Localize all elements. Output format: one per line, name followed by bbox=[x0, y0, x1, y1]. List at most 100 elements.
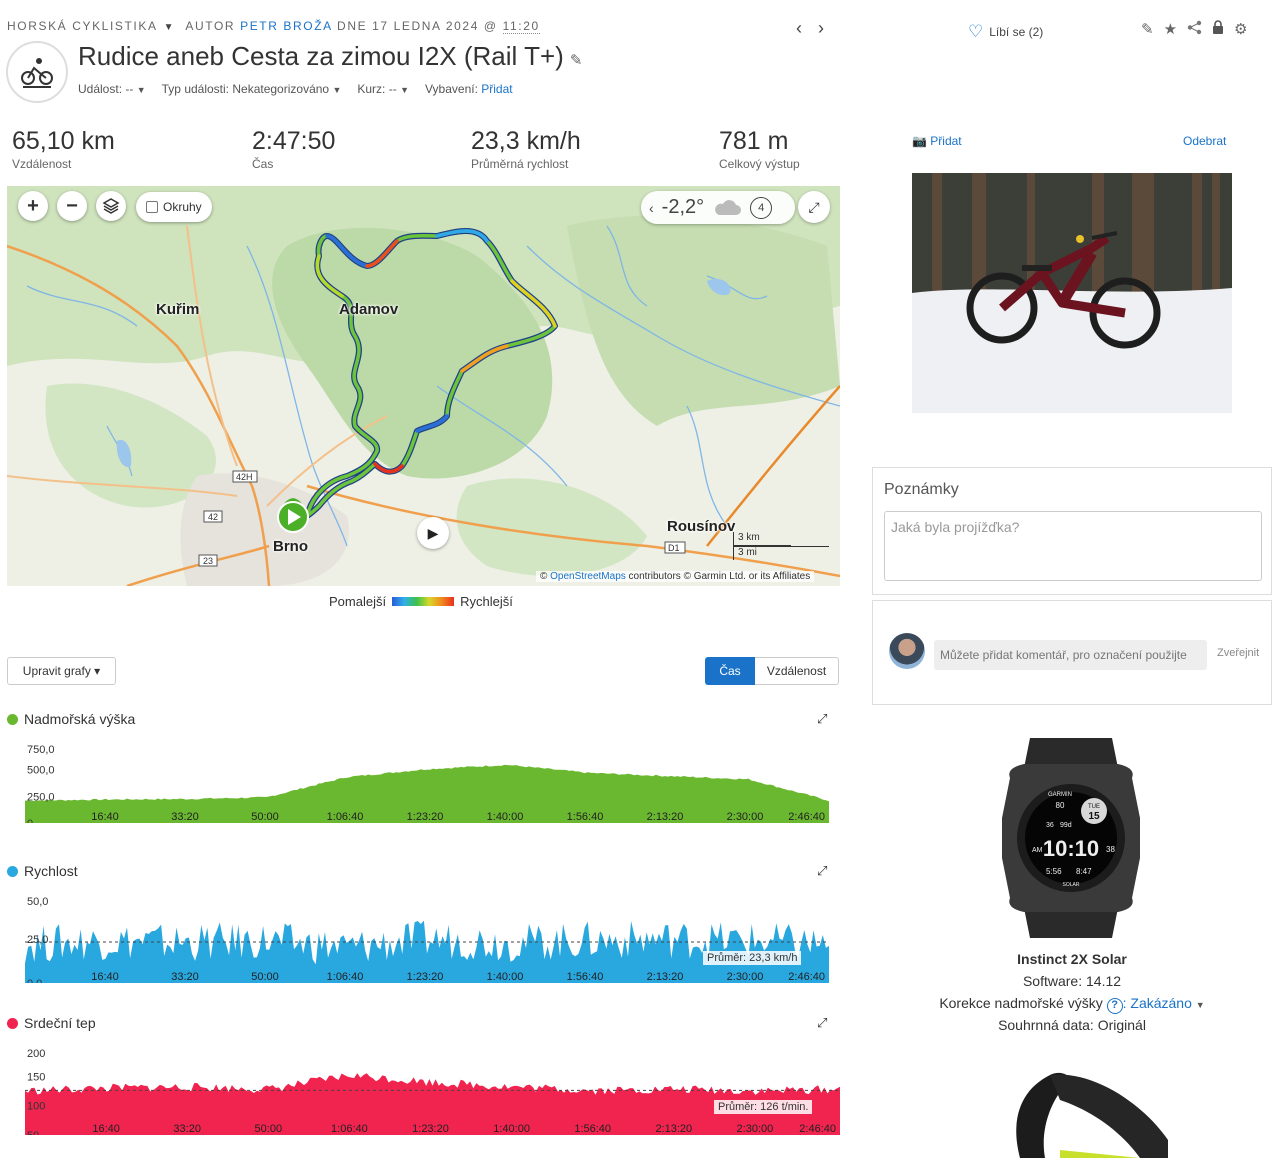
device-watch-image: GARMIN TUE 15 80 36 99d AM 10:10 38 5:56… bbox=[1002, 738, 1140, 938]
lock-icon[interactable] bbox=[1212, 20, 1224, 39]
watch-top-left: 80 bbox=[1056, 801, 1065, 810]
speed-chart-svg: 50,0 25,0 0,0 16:40 33:20 50:00 1:06:40 1:23:20… bbox=[25, 896, 829, 990]
remove-photo-button[interactable]: Odebrat bbox=[1183, 134, 1226, 148]
attribution-prefix: © bbox=[540, 571, 548, 582]
elevation-chart[interactable]: 750,0 500,0 250,0 0 16:40 33:20 50:00 1:06:40 1:… bbox=[25, 743, 829, 830]
speed-title-text: Rychlost bbox=[24, 863, 78, 879]
activity-photo[interactable] bbox=[912, 173, 1232, 413]
next-activity-icon[interactable]: › bbox=[818, 18, 824, 38]
map-scale: 3 km 3 mi bbox=[733, 532, 829, 560]
map-fullscreen-button[interactable]: ⤢ bbox=[798, 191, 830, 223]
course-selector[interactable]: Kurz: -- ▼ bbox=[357, 82, 409, 96]
city-label-adamov: Adamov bbox=[339, 301, 399, 318]
help-icon[interactable]: ? bbox=[1106, 998, 1123, 1014]
speed-x-tick-label: 2:46:40 bbox=[788, 971, 825, 983]
heart-y-tick-label: 150 bbox=[27, 1071, 45, 1083]
publish-comment-button[interactable]: Zveřejnit bbox=[1217, 647, 1259, 659]
star-icon[interactable]: ★ bbox=[1164, 20, 1177, 39]
distance-axis-button[interactable]: Vzdálenost bbox=[755, 657, 839, 685]
heart-rate-chart[interactable]: 200 150 100 50 16:40 33:20 50:00 1:06:40 1:23:20… bbox=[25, 1047, 840, 1142]
osm-link[interactable]: OpenStreetMaps bbox=[550, 571, 626, 582]
elevation-correction-label: Korekce nadmořské výšky bbox=[939, 995, 1103, 1011]
heart-dot bbox=[7, 1017, 18, 1029]
temperature-value: -2,2° bbox=[661, 196, 705, 218]
elevation-x-tick-label: 1:06:40 bbox=[327, 811, 364, 823]
heart-x-tick-label: 33:20 bbox=[173, 1123, 201, 1135]
speed-legend: Pomalejší Rychlejší bbox=[329, 594, 513, 609]
chevron-left-icon[interactable]: ‹ bbox=[649, 200, 654, 216]
like-button[interactable]: ♡ Líbí se (2) bbox=[968, 22, 1043, 42]
scale-km: 3 km bbox=[733, 532, 791, 546]
gear-icon[interactable]: ⚙ bbox=[1234, 20, 1247, 39]
elevation-correction-select[interactable]: : Zakázáno ▼ bbox=[1123, 995, 1205, 1011]
map-playback-button[interactable]: ▶ bbox=[417, 517, 449, 549]
watch-solar: SOLAR bbox=[1063, 882, 1080, 888]
elevation-correction-value: Zakázáno bbox=[1130, 995, 1192, 1011]
cycling-activity-icon bbox=[6, 41, 68, 103]
expand-heart-icon[interactable]: ⤢ bbox=[817, 1015, 827, 1031]
expand-speed-icon[interactable]: ⤢ bbox=[817, 863, 827, 879]
elevation-x-tick-label: 16:40 bbox=[91, 811, 119, 823]
author-link[interactable]: PETR BROŽA bbox=[240, 19, 332, 33]
heart-chart-svg: 200 150 100 50 16:40 33:20 50:00 1:06:40 1:23:20… bbox=[25, 1048, 840, 1142]
edit-graphs-button[interactable]: Upravit grafy ▾ bbox=[7, 657, 116, 685]
event-dropdown-icon: ▼ bbox=[136, 85, 146, 95]
activity-title-text: Rudice aneb Cesta za zimou I2X (Rail T+) bbox=[78, 41, 564, 71]
edit-title-icon[interactable]: ✎ bbox=[570, 52, 583, 69]
laps-toggle[interactable]: Okruhy bbox=[136, 192, 212, 222]
activity-category[interactable]: HORSKÁ CYKLISTIKA bbox=[7, 19, 158, 33]
wind-value: 4 bbox=[758, 201, 765, 214]
elevation-y-tick-label: 750,0 bbox=[27, 744, 55, 756]
zoom-in-button[interactable]: + bbox=[18, 191, 48, 221]
add-gear-link[interactable]: Přidat bbox=[481, 82, 512, 96]
category-dropdown-icon[interactable]: ▼ bbox=[164, 22, 176, 33]
expand-elevation-icon[interactable]: ⤢ bbox=[817, 711, 827, 727]
notes-textarea[interactable]: Jaká byla projížďka? bbox=[884, 511, 1262, 581]
stat-value: 2:47:50 bbox=[252, 127, 336, 155]
heart-x-tick-label: 1:56:40 bbox=[574, 1123, 611, 1135]
share-icon[interactable] bbox=[1187, 20, 1202, 39]
speed-x-tick-label: 1:06:40 bbox=[327, 971, 364, 983]
comment-input[interactable]: Můžete přidat komentář, pro označení pou… bbox=[934, 640, 1207, 670]
speed-x-tick-label: 1:23:20 bbox=[407, 971, 444, 983]
notes-title: Poznámky bbox=[884, 481, 959, 498]
road-label-23: 23 bbox=[203, 556, 213, 566]
speed-chart-title: Rychlost bbox=[7, 863, 78, 879]
weather-widget[interactable]: ‹ -2,2° 4 bbox=[641, 191, 795, 224]
event-type-selector[interactable]: Typ události: Nekategorizováno ▼ bbox=[162, 82, 342, 96]
elevation-x-tick-label: 1:40:00 bbox=[487, 811, 524, 823]
course-value: -- bbox=[388, 82, 397, 96]
camera-icon: 📷 bbox=[912, 134, 927, 148]
time-axis-button[interactable]: Čas bbox=[705, 657, 755, 685]
map-layers-button[interactable] bbox=[96, 191, 126, 221]
stat-label: Čas bbox=[252, 157, 274, 171]
scale-mi: 3 mi bbox=[733, 546, 829, 560]
heart-x-tick-label: 1:23:20 bbox=[412, 1123, 449, 1135]
heart-x-tick-label: 2:13:20 bbox=[655, 1123, 692, 1135]
edit-icon[interactable]: ✎ bbox=[1141, 20, 1154, 39]
comment-panel: Můžete přidat komentář, pro označení pou… bbox=[872, 600, 1272, 705]
stat-time: 2:47:50 Čas bbox=[252, 127, 335, 171]
speed-x-tick-label: 1:56:40 bbox=[567, 971, 604, 983]
elevation-x-tick-label: 2:46:40 bbox=[788, 811, 825, 823]
zoom-out-button[interactable]: − bbox=[57, 191, 87, 221]
laps-checkbox[interactable] bbox=[146, 201, 158, 213]
stat-avg-speed: 23,3 km/h Průměrná rychlost bbox=[471, 127, 581, 171]
device-software: Software: 14.12 bbox=[1022, 973, 1122, 989]
date-text: DNE 17 LEDNA 2024 @ bbox=[337, 19, 498, 33]
heart-y-tick-label: 50 bbox=[27, 1130, 39, 1135]
elevation-chart-svg: 750,0 500,0 250,0 0 16:40 33:20 50:00 1:06:40 1:… bbox=[25, 744, 829, 830]
watch-mid2: 99d bbox=[1060, 822, 1072, 829]
speed-chart[interactable]: 50,0 25,0 0,0 16:40 33:20 50:00 1:06:40 1:23:20… bbox=[25, 895, 829, 990]
event-selector[interactable]: Událost: -- ▼ bbox=[78, 82, 146, 96]
activity-navigation: ‹ › bbox=[796, 18, 824, 38]
cloud-icon bbox=[715, 199, 742, 215]
heart-icon: ♡ bbox=[968, 22, 984, 41]
previous-activity-icon[interactable]: ‹ bbox=[796, 18, 802, 38]
layers-icon bbox=[102, 198, 120, 214]
stat-value: 781 m bbox=[719, 127, 789, 155]
add-photo-button[interactable]: 📷 Přidat bbox=[912, 134, 962, 148]
speed-dot bbox=[7, 865, 18, 877]
elevation-correction: Korekce nadmořské výšky ?: Zakázáno ▼ bbox=[872, 995, 1272, 1014]
map-attribution: © OpenStreetMaps contributors © Garmin L… bbox=[536, 571, 815, 582]
